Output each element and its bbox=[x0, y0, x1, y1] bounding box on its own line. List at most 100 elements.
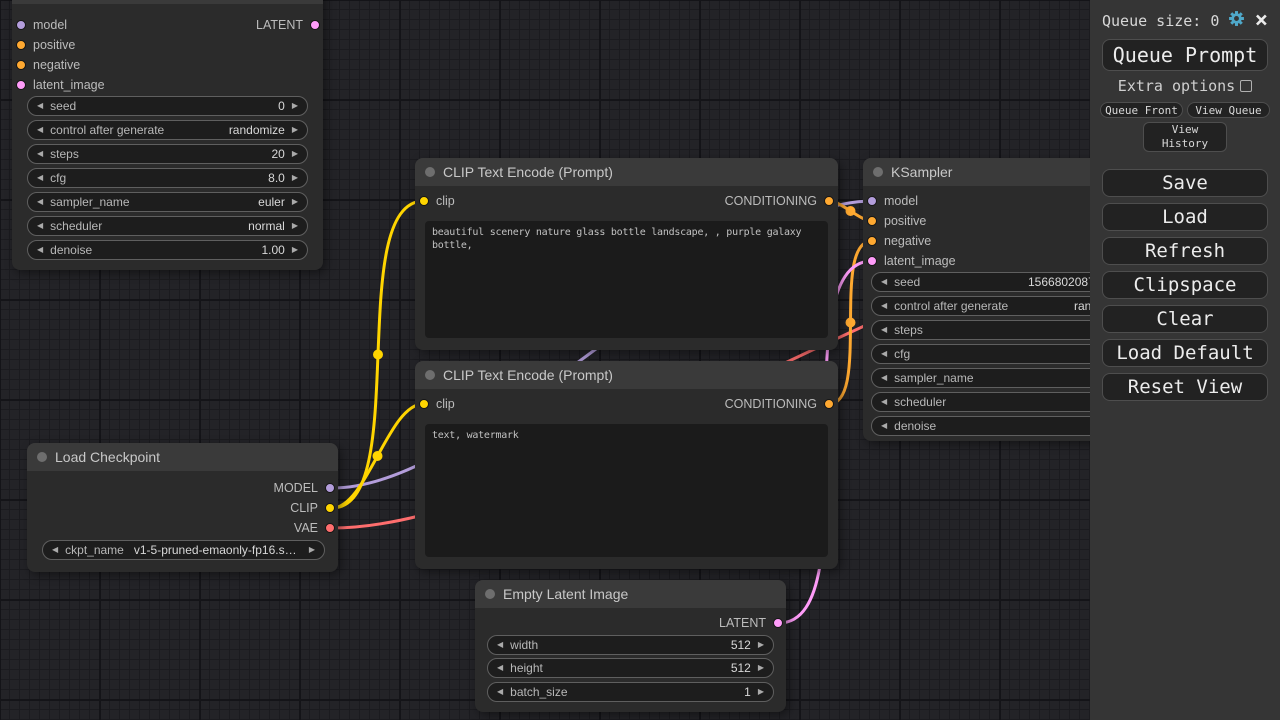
left-arrow-icon[interactable]: ◀ bbox=[37, 222, 43, 230]
collapse-dot-icon[interactable] bbox=[485, 589, 495, 599]
reset-view-button[interactable]: Reset View bbox=[1102, 373, 1268, 401]
input-port-model[interactable]: model bbox=[16, 18, 67, 32]
conditioning-port-icon[interactable] bbox=[867, 236, 877, 246]
clip-port-icon[interactable] bbox=[325, 503, 335, 513]
load-button[interactable]: Load bbox=[1102, 203, 1268, 231]
queue-prompt-button[interactable]: Queue Prompt bbox=[1102, 39, 1268, 71]
right-arrow-icon[interactable]: ▶ bbox=[292, 222, 298, 230]
model-port-icon[interactable] bbox=[867, 196, 877, 206]
input-port-model[interactable]: model bbox=[867, 194, 918, 208]
output-port-latent[interactable]: LATENT bbox=[719, 616, 783, 630]
right-arrow-icon[interactable]: ▶ bbox=[758, 641, 764, 649]
right-arrow-icon[interactable]: ▶ bbox=[309, 546, 315, 554]
output-port-model[interactable]: MODEL bbox=[274, 481, 335, 495]
input-port-positive[interactable]: positive bbox=[16, 38, 75, 52]
right-arrow-icon[interactable]: ▶ bbox=[292, 246, 298, 254]
clip-port-icon[interactable] bbox=[419, 399, 429, 409]
left-arrow-icon[interactable]: ◀ bbox=[37, 174, 43, 182]
node-ksampler-left[interactable]: KSampler model positive negative latent_… bbox=[12, 0, 323, 270]
widget-height[interactable]: ◀ height 512 ▶ bbox=[487, 658, 774, 678]
left-arrow-icon[interactable]: ◀ bbox=[37, 246, 43, 254]
right-arrow-icon[interactable]: ▶ bbox=[758, 688, 764, 696]
widget-width[interactable]: ◀ width 512 ▶ bbox=[487, 635, 774, 655]
prompt-textarea[interactable]: beautiful scenery nature glass bottle la… bbox=[425, 221, 828, 338]
node-clip-text-encode-positive[interactable]: CLIP Text Encode (Prompt) clip CONDITION… bbox=[415, 158, 838, 350]
widget-cfg[interactable]: ◀ cfg 8.0 ▶ bbox=[27, 168, 308, 188]
left-arrow-icon[interactable]: ◀ bbox=[52, 546, 58, 554]
left-arrow-icon[interactable]: ◀ bbox=[881, 302, 887, 310]
latent-port-icon[interactable] bbox=[867, 256, 877, 266]
left-arrow-icon[interactable]: ◀ bbox=[881, 374, 887, 382]
extra-options-checkbox[interactable] bbox=[1240, 80, 1252, 92]
conditioning-port-icon[interactable] bbox=[867, 216, 877, 226]
collapse-dot-icon[interactable] bbox=[425, 167, 435, 177]
output-port-latent[interactable]: LATENT bbox=[256, 18, 320, 32]
close-icon[interactable]: × bbox=[1255, 14, 1268, 28]
output-port-vae[interactable]: VAE bbox=[294, 521, 335, 535]
left-arrow-icon[interactable]: ◀ bbox=[37, 150, 43, 158]
node-title-bar[interactable]: KSampler bbox=[12, 0, 323, 4]
widget-ckpt-name[interactable]: ◀ ckpt_name v1-5-pruned-emaonly-fp16.s… … bbox=[42, 540, 325, 560]
left-arrow-icon[interactable]: ◀ bbox=[37, 198, 43, 206]
right-arrow-icon[interactable]: ▶ bbox=[292, 102, 298, 110]
left-arrow-icon[interactable]: ◀ bbox=[881, 326, 887, 334]
collapse-dot-icon[interactable] bbox=[425, 370, 435, 380]
conditioning-port-icon[interactable] bbox=[16, 60, 26, 70]
left-arrow-icon[interactable]: ◀ bbox=[37, 102, 43, 110]
input-port-clip[interactable]: clip bbox=[419, 397, 455, 411]
latent-port-icon[interactable] bbox=[310, 20, 320, 30]
clipspace-button[interactable]: Clipspace bbox=[1102, 271, 1268, 299]
clip-port-icon[interactable] bbox=[419, 196, 429, 206]
right-arrow-icon[interactable]: ▶ bbox=[292, 174, 298, 182]
left-arrow-icon[interactable]: ◀ bbox=[497, 641, 503, 649]
widget-steps[interactable]: ◀ steps 20 ▶ bbox=[27, 144, 308, 164]
left-arrow-icon[interactable]: ◀ bbox=[881, 422, 887, 430]
node-title-bar[interactable]: CLIP Text Encode (Prompt) bbox=[415, 158, 838, 186]
input-port-latent-image[interactable]: latent_image bbox=[16, 78, 105, 92]
left-arrow-icon[interactable]: ◀ bbox=[497, 688, 503, 696]
left-arrow-icon[interactable]: ◀ bbox=[881, 398, 887, 406]
latent-port-icon[interactable] bbox=[16, 80, 26, 90]
widget-denoise[interactable]: ◀ denoise 1.00 ▶ bbox=[27, 240, 308, 260]
widget-control-after-generate[interactable]: ◀ control after generate randomize ▶ bbox=[27, 120, 308, 140]
right-arrow-icon[interactable]: ▶ bbox=[292, 198, 298, 206]
vae-port-icon[interactable] bbox=[325, 523, 335, 533]
input-port-latent-image[interactable]: latent_image bbox=[867, 254, 956, 268]
conditioning-port-icon[interactable] bbox=[824, 196, 834, 206]
left-arrow-icon[interactable]: ◀ bbox=[881, 278, 887, 286]
output-port-conditioning[interactable]: CONDITIONING bbox=[725, 397, 834, 411]
collapse-dot-icon[interactable] bbox=[37, 452, 47, 462]
collapse-dot-icon[interactable] bbox=[873, 167, 883, 177]
conditioning-port-icon[interactable] bbox=[16, 40, 26, 50]
node-load-checkpoint[interactable]: Load Checkpoint MODEL CLIP VAE ◀ ckpt_na… bbox=[27, 443, 338, 572]
input-port-negative[interactable]: negative bbox=[867, 234, 931, 248]
widget-batch-size[interactable]: ◀ batch_size 1 ▶ bbox=[487, 682, 774, 702]
view-history-button[interactable]: View History bbox=[1143, 122, 1227, 152]
model-port-icon[interactable] bbox=[16, 20, 26, 30]
settings-gear-icon[interactable] bbox=[1228, 10, 1245, 31]
conditioning-port-icon[interactable] bbox=[824, 399, 834, 409]
right-arrow-icon[interactable]: ▶ bbox=[758, 664, 764, 672]
input-port-negative[interactable]: negative bbox=[16, 58, 80, 72]
node-empty-latent-image[interactable]: Empty Latent Image LATENT ◀ width 512 ▶ … bbox=[475, 580, 786, 712]
queue-front-button[interactable]: Queue Front bbox=[1100, 102, 1183, 118]
left-arrow-icon[interactable]: ◀ bbox=[37, 126, 43, 134]
input-port-clip[interactable]: clip bbox=[419, 194, 455, 208]
output-port-conditioning[interactable]: CONDITIONING bbox=[725, 194, 834, 208]
prompt-textarea[interactable]: text, watermark bbox=[425, 424, 828, 557]
widget-scheduler[interactable]: ◀ scheduler normal ▶ bbox=[27, 216, 308, 236]
refresh-button[interactable]: Refresh bbox=[1102, 237, 1268, 265]
node-clip-text-encode-negative[interactable]: CLIP Text Encode (Prompt) clip CONDITION… bbox=[415, 361, 838, 569]
widget-sampler-name[interactable]: ◀ sampler_name euler ▶ bbox=[27, 192, 308, 212]
widget-seed[interactable]: ◀ seed 0 ▶ bbox=[27, 96, 308, 116]
load-default-button[interactable]: Load Default bbox=[1102, 339, 1268, 367]
output-port-clip[interactable]: CLIP bbox=[290, 501, 335, 515]
node-title-bar[interactable]: Load Checkpoint bbox=[27, 443, 338, 471]
node-title-bar[interactable]: Empty Latent Image bbox=[475, 580, 786, 608]
model-port-icon[interactable] bbox=[325, 483, 335, 493]
view-queue-button[interactable]: View Queue bbox=[1187, 102, 1270, 118]
right-arrow-icon[interactable]: ▶ bbox=[292, 150, 298, 158]
input-port-positive[interactable]: positive bbox=[867, 214, 926, 228]
node-title-bar[interactable]: CLIP Text Encode (Prompt) bbox=[415, 361, 838, 389]
clear-button[interactable]: Clear bbox=[1102, 305, 1268, 333]
